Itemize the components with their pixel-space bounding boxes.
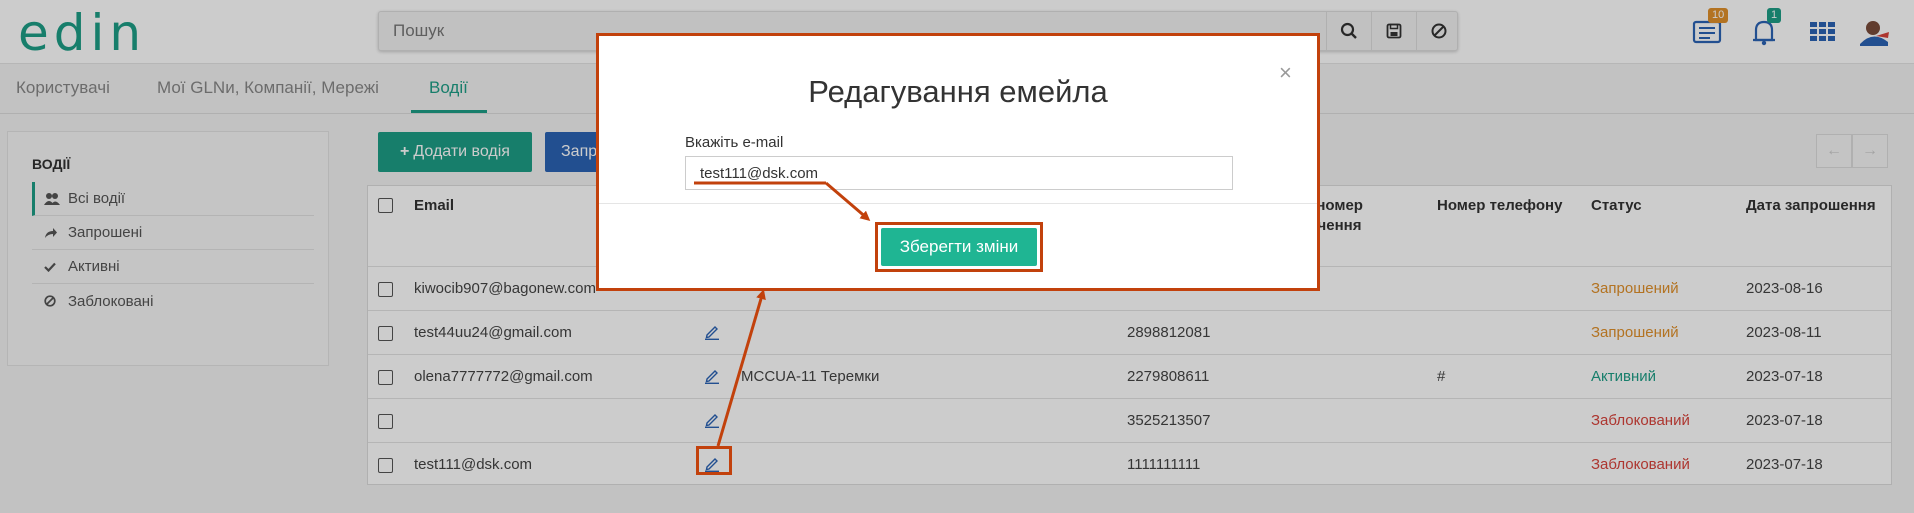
- annotation-arrows: [694, 181, 871, 447]
- arrow-from-edit-icon: [716, 289, 766, 447]
- arrow-to-save: [825, 181, 871, 221]
